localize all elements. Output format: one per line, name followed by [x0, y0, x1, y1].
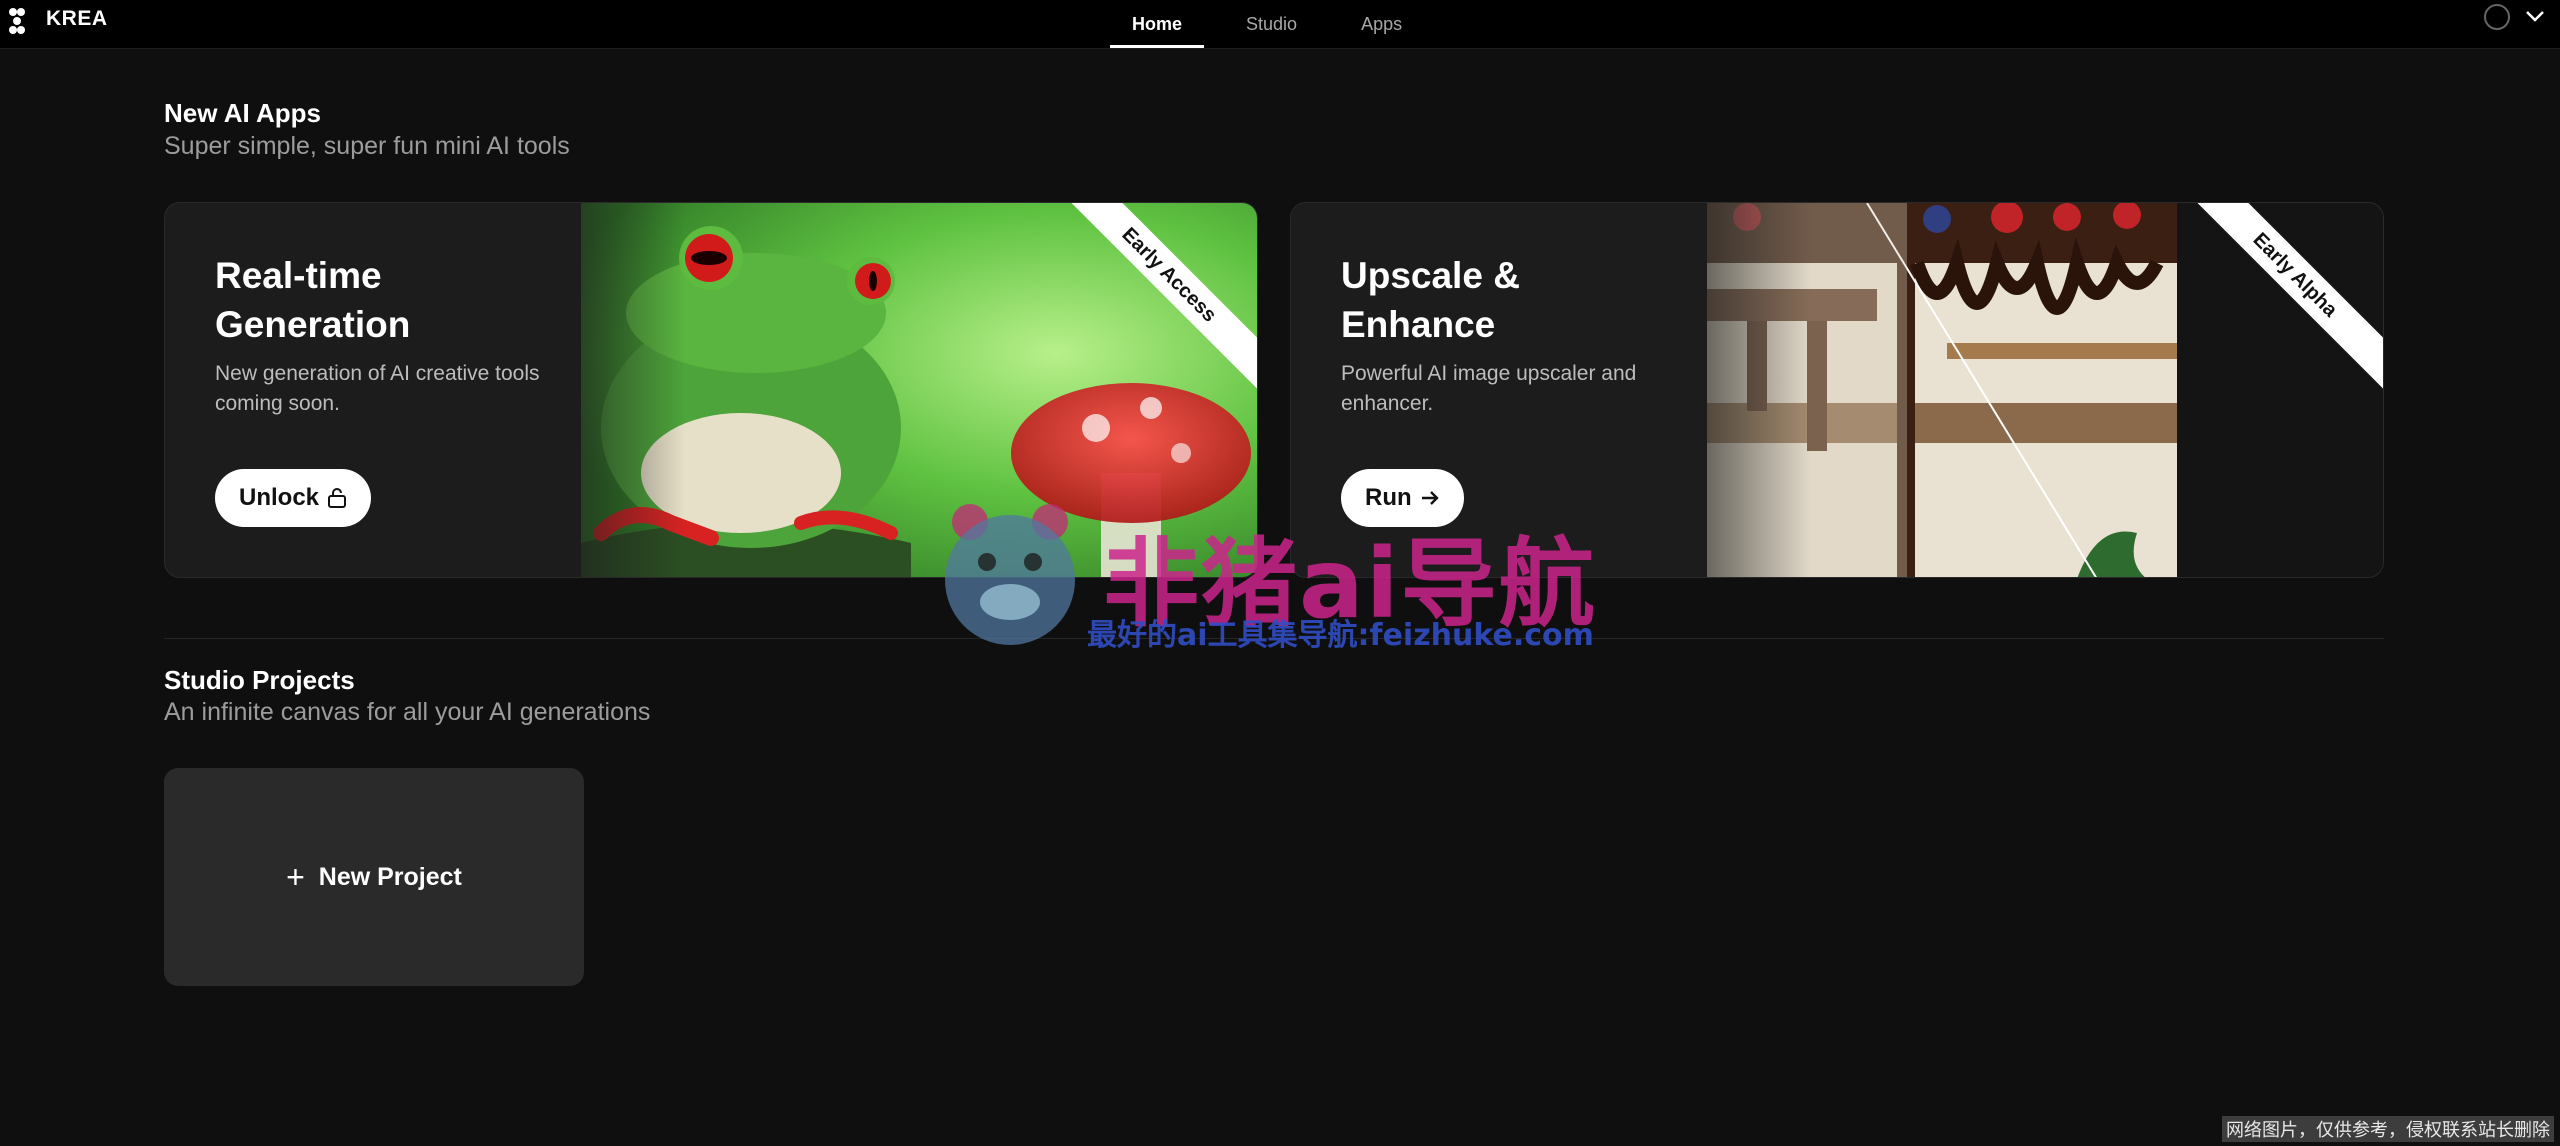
- main-nav: Home Studio Apps: [1110, 0, 1424, 48]
- brand-name[interactable]: KREA: [46, 7, 108, 31]
- tab-apps[interactable]: Apps: [1339, 0, 1424, 48]
- button-label: Unlock: [239, 484, 320, 511]
- lock-icon: [328, 488, 347, 508]
- chevron-down-icon[interactable]: [2524, 8, 2546, 24]
- tab-home[interactable]: Home: [1110, 0, 1205, 48]
- avatar-circle-icon[interactable]: [2484, 4, 2510, 30]
- tab-studio[interactable]: Studio: [1224, 0, 1319, 48]
- projects-section-title: Studio Projects: [164, 665, 355, 695]
- watermark-sub-text: 最好的ai工具集导航:feizhuke.com: [1087, 618, 1594, 653]
- apps-section-title: New AI Apps: [164, 98, 321, 128]
- card-title: Upscale & Enhance: [1341, 255, 1520, 345]
- pig-logo-icon: [945, 504, 1075, 645]
- new-project-button[interactable]: + New Project: [164, 768, 584, 986]
- corner-disclaimer: 网络图片，仅供参考，侵权联系站长删除: [2222, 1116, 2554, 1142]
- unlock-button[interactable]: Unlock: [215, 469, 372, 527]
- watermark: 非猪ai导航 最好的ai工具集导航:feizhuke.com: [935, 500, 1625, 653]
- projects-section-subtitle: An infinite canvas for all your AI gener…: [164, 698, 651, 726]
- card-description: New generation of AI creative tools comi…: [215, 362, 540, 415]
- top-nav-bar: KREA Home Studio Apps: [0, 0, 2560, 49]
- new-project-label: New Project: [318, 862, 462, 891]
- card-title: Real-time Generation: [215, 255, 411, 345]
- card-description: Powerful AI image upscaler and enhancer.: [1341, 362, 1637, 415]
- apps-section-subtitle: Super simple, super fun mini AI tools: [164, 132, 570, 160]
- plus-icon: +: [286, 859, 305, 895]
- krea-logo-icon[interactable]: [6, 6, 28, 36]
